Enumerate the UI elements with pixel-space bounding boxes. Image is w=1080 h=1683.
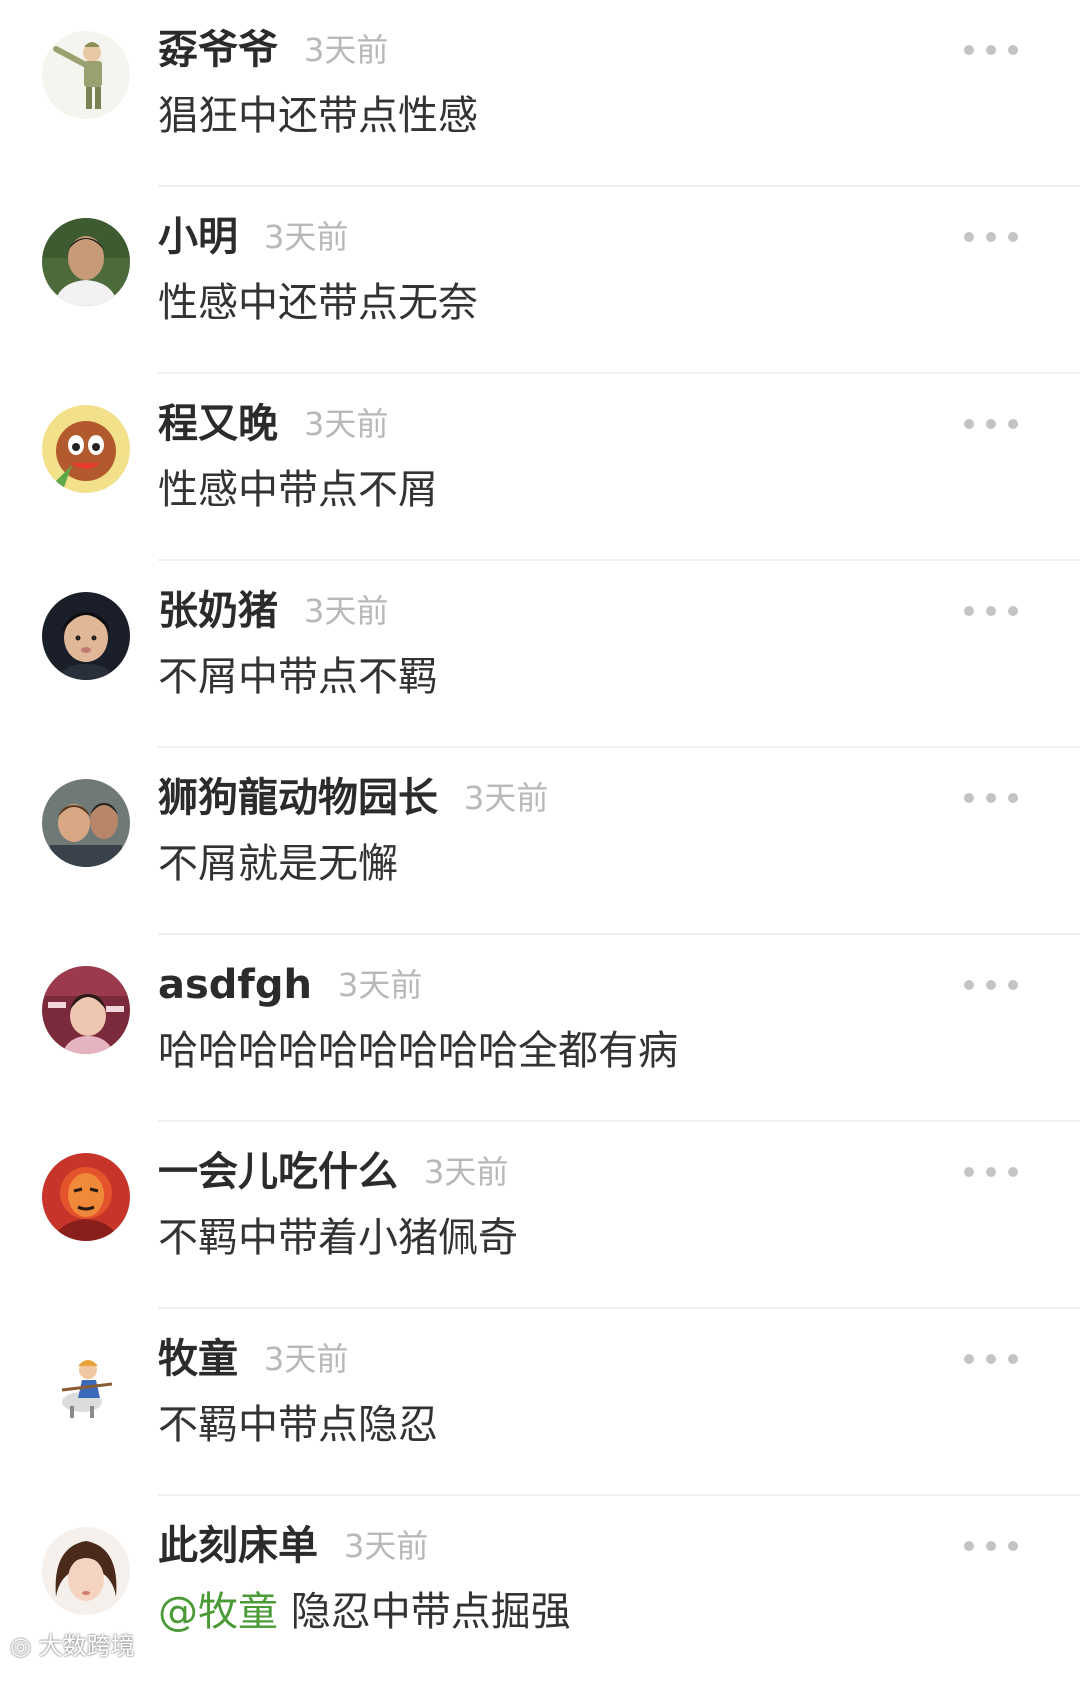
avatar[interactable] [42,218,130,306]
comment-text: 性感中还带点无奈 [158,280,478,326]
more-dots-icon[interactable] [964,971,1018,999]
comment-text: 不羁中带点隐忍 [158,1402,438,1448]
avatar[interactable] [42,966,130,1054]
comment-text: 哈哈哈哈哈哈哈哈哈全都有病 [158,1028,678,1074]
comment-time: 3天前 [464,779,549,817]
comment-author[interactable]: 程又晚 3天前 [158,396,388,452]
comment-time: 3天前 [424,1153,509,1191]
comment-author[interactable]: 张奶猪 3天前 [158,583,388,639]
author-name[interactable]: 狮狗龍动物园长 [158,775,438,821]
more-dots-icon[interactable] [964,36,1018,64]
author-name[interactable]: 孬爷爷 [158,27,278,73]
comment-author[interactable]: 小明 3天前 [158,209,348,265]
more-dots-icon[interactable] [964,1532,1018,1560]
author-name[interactable]: asdfgh [158,962,312,1008]
comment-time: 3天前 [264,218,349,256]
comment-author[interactable]: 一会儿吃什么 3天前 [158,1144,508,1200]
more-dots-icon[interactable] [964,410,1018,438]
comment-item: 孬爷爷 3天前 猖狂中还带点性感 [0,0,1080,187]
comment-time: 3天前 [304,405,389,443]
avatar-herdboy-icon [42,1340,130,1428]
avatar-two-men-icon [42,779,130,867]
comment-item: 小明 3天前 性感中还带点无奈 [0,187,1080,374]
author-name[interactable]: 牧童 [158,1336,238,1382]
avatar-meme-icon [42,966,130,1054]
avatar-red-cartoon-icon [42,1153,130,1241]
comment-text: 性感中带点不屑 [158,467,438,513]
comment-author[interactable]: 此刻床单 3天前 [158,1518,428,1574]
comment-item: 狮狗龍动物园长 3天前 不屑就是无懈 [0,748,1080,935]
comment-time: 3天前 [304,31,389,69]
mention-link[interactable]: @牧童 [158,1589,278,1635]
avatar-boy-icon [42,218,130,306]
comment-text: 不羁中带着小猪佩奇 [158,1215,518,1261]
watermark: ◎ 大数跨境 [10,1626,135,1661]
comment-author[interactable]: asdfgh 3天前 [158,957,422,1013]
avatar[interactable] [42,779,130,867]
comment-author[interactable]: 牧童 3天前 [158,1331,348,1387]
avatar[interactable] [42,1340,130,1428]
comment-author[interactable]: 孬爷爷 3天前 [158,22,388,78]
avatar-child-icon [42,592,130,680]
more-dots-icon[interactable] [964,1158,1018,1186]
author-name[interactable]: 张奶猪 [158,588,278,634]
avatar[interactable] [42,1527,130,1615]
comment-body: 隐忍中带点掘强 [290,1589,571,1635]
author-name[interactable]: 程又晚 [158,401,278,447]
comment-text: 不屑就是无懈 [158,841,398,887]
comment-text: 猖狂中还带点性感 [158,93,478,139]
comment-item: 牧童 3天前 不羁中带点隐忍 [0,1309,1080,1496]
comment-text: @牧童 隐忍中带点掘强 [158,1582,571,1642]
more-dots-icon[interactable] [964,784,1018,812]
watermark-logo-icon: ◎ [10,1632,31,1660]
avatar-soldier-icon [42,31,130,119]
comment-time: 3天前 [264,1340,349,1378]
avatar-girl-icon [42,1527,130,1615]
avatar-cartoon-icon [42,405,130,493]
comment-list: 孬爷爷 3天前 猖狂中还带点性感 小明 3天前 性感中还带点无奈 程又晚 3天前… [0,0,1080,1667]
comment-time: 3天前 [344,1527,429,1565]
avatar[interactable] [42,592,130,680]
comment-item: 一会儿吃什么 3天前 不羁中带着小猪佩奇 [0,1122,1080,1309]
comment-item: 程又晚 3天前 性感中带点不屑 [0,374,1080,561]
avatar[interactable] [42,405,130,493]
comment-item: asdfgh 3天前 哈哈哈哈哈哈哈哈哈全都有病 [0,935,1080,1122]
author-name[interactable]: 小明 [158,214,238,260]
avatar[interactable] [42,1153,130,1241]
comment-text: 不屑中带点不羁 [158,654,438,700]
comment-time: 3天前 [337,966,423,1004]
comment-time: 3天前 [304,592,389,630]
comment-item: 张奶猪 3天前 不屑中带点不羁 [0,561,1080,748]
more-dots-icon[interactable] [964,223,1018,251]
comment-author[interactable]: 狮狗龍动物园长 3天前 [158,770,548,826]
comment-item: 此刻床单 3天前 @牧童 隐忍中带点掘强 [0,1496,1080,1683]
watermark-text: 大数跨境 [38,1632,135,1660]
avatar[interactable] [42,31,130,119]
author-name[interactable]: 一会儿吃什么 [158,1149,398,1195]
more-dots-icon[interactable] [964,597,1018,625]
author-name[interactable]: 此刻床单 [158,1523,318,1569]
more-dots-icon[interactable] [964,1345,1018,1373]
